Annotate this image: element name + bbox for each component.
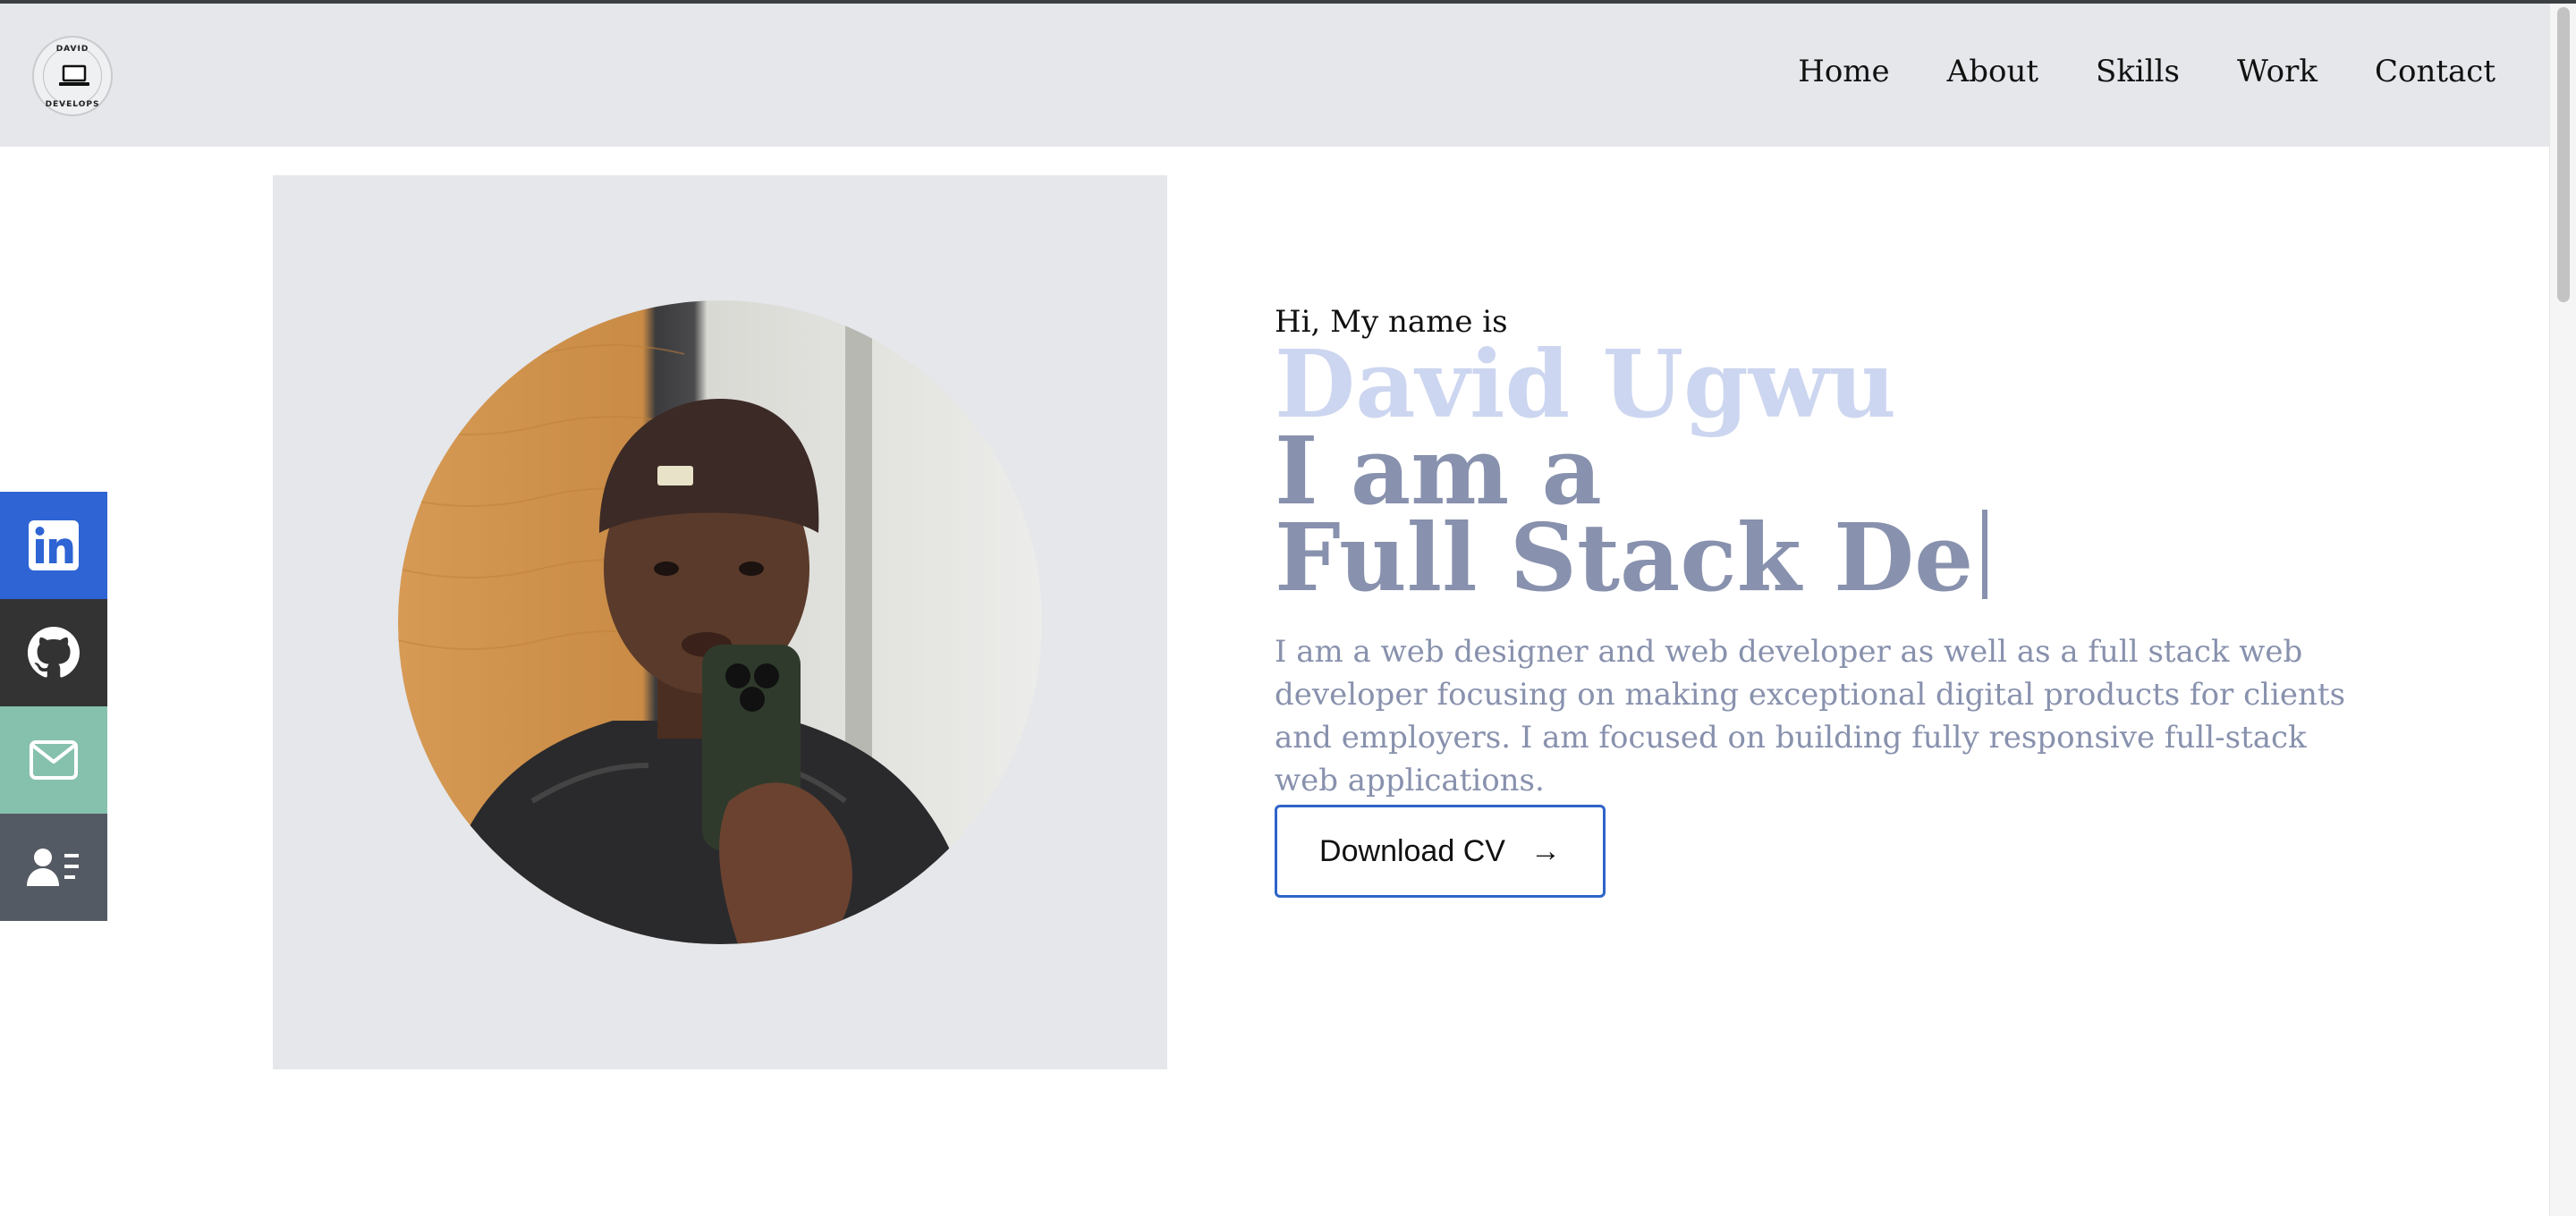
nav-skills[interactable]: Skills [2096,54,2180,89]
contact-card-icon [27,849,79,886]
scrollbar-thumb[interactable] [2557,7,2570,302]
hero-description: I am a web designer and web developer as… [1275,634,2346,798]
site-header: DAVID DEVELOPS Home About Skills Work Co… [0,4,2549,147]
profile-photo-illustration [398,300,979,944]
github-link[interactable] [0,599,107,706]
download-cv-button[interactable]: Download CV → [1275,805,1606,898]
main-nav: Home About Skills Work Contact [1798,54,2496,89]
hero-role-line2: Full Stack De [1275,510,1988,604]
nav-about[interactable]: About [1947,54,2038,89]
resume-link[interactable] [0,814,107,921]
arrow-right-icon: → [1530,833,1561,868]
typing-cursor [1982,510,1988,599]
logo-top-text: DAVID [55,45,89,54]
hero-image-panel [273,175,1167,1069]
laptop-icon [59,64,89,86]
mail-icon [30,740,78,780]
nav-home[interactable]: Home [1798,54,1889,89]
page-scrollbar[interactable] [2549,4,2576,1216]
nav-work[interactable]: Work [2237,54,2318,89]
email-link[interactable] [0,706,107,814]
github-icon [28,627,80,678]
site-logo[interactable]: DAVID DEVELOPS [32,36,113,116]
nav-contact[interactable]: Contact [2375,54,2496,89]
linkedin-link[interactable] [0,492,107,599]
download-cv-label: Download CV [1319,833,1505,868]
profile-photo [398,300,1042,944]
linkedin-icon [29,520,79,570]
hero-role-typed-text: Full Stack De [1275,502,1974,612]
logo-bottom-text: DEVELOPS [45,100,100,109]
